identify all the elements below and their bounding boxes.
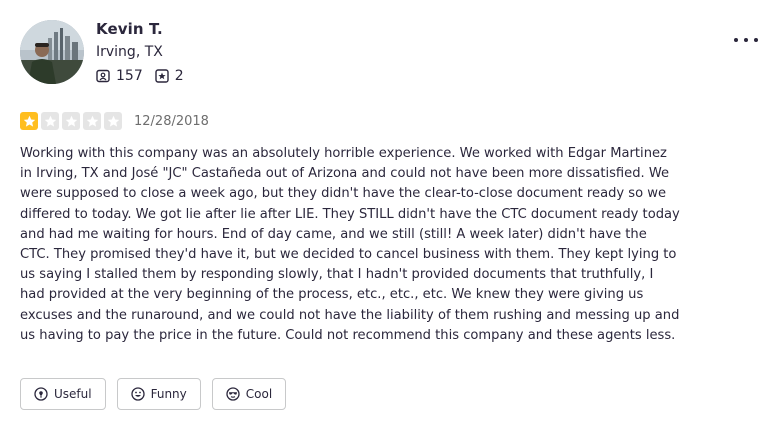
avatar[interactable] — [20, 20, 84, 84]
speech-bubble-icon — [96, 69, 110, 83]
funny-button[interactable]: Funny — [116, 378, 201, 410]
star-icon — [20, 112, 38, 130]
cool-button[interactable]: Cool — [211, 378, 287, 410]
reaction-buttons: Useful Funny Cool — [20, 378, 297, 410]
smile-icon — [130, 387, 145, 401]
useful-label: Useful — [54, 387, 92, 401]
star-icon — [104, 112, 122, 130]
star-icon — [62, 112, 80, 130]
star-badge-icon — [155, 69, 169, 83]
ellipsis-dot — [754, 38, 758, 42]
photos-count-stat: 2 — [155, 68, 184, 84]
reviewer-stats: 157 2 — [96, 68, 196, 84]
ellipsis-icon — [734, 38, 738, 42]
funny-label: Funny — [150, 387, 187, 401]
lightbulb-icon — [34, 387, 48, 401]
star-icon — [83, 112, 101, 130]
photos-count: 2 — [174, 68, 184, 84]
sunglasses-icon — [226, 387, 240, 401]
review-date: 12/28/2018 — [134, 113, 209, 129]
review-text: Working with this company was an absolut… — [20, 146, 680, 343]
more-options-button[interactable] — [734, 32, 758, 48]
ellipsis-dot — [744, 38, 748, 42]
reviews-count: 157 — [116, 68, 143, 84]
reviews-count-stat: 157 — [96, 68, 143, 84]
reviewer-name[interactable]: Kevin T. — [96, 20, 163, 38]
star-rating: 12/28/2018 — [20, 112, 209, 130]
reviewer-location: Irving, TX — [96, 44, 163, 60]
cool-label: Cool — [245, 387, 273, 401]
avatar-photo — [20, 20, 84, 84]
useful-button[interactable]: Useful — [20, 378, 106, 410]
star-icon — [41, 112, 59, 130]
